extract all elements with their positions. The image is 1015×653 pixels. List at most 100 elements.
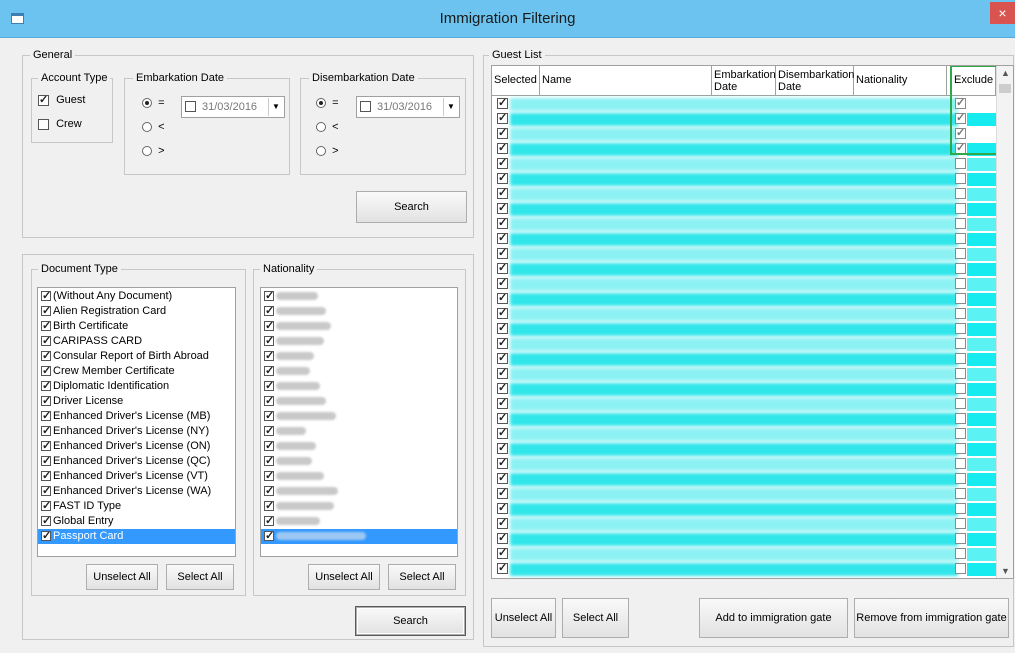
list-item[interactable]: [261, 409, 457, 424]
document-checkbox[interactable]: [41, 469, 51, 484]
document-checkbox[interactable]: [41, 409, 51, 424]
row-selected-checkbox[interactable]: [497, 351, 508, 364]
embarkation-lt-radio[interactable]: [142, 122, 152, 133]
row-exclude-checkbox[interactable]: [955, 548, 966, 559]
nationality-checkbox[interactable]: [264, 364, 274, 379]
table-row[interactable]: [492, 426, 997, 442]
row-exclude-checkbox[interactable]: [955, 263, 966, 274]
row-exclude-checkbox[interactable]: [955, 563, 966, 574]
table-row[interactable]: [492, 246, 997, 262]
list-item[interactable]: Global Entry: [38, 514, 235, 529]
row-selected-checkbox[interactable]: [497, 546, 508, 559]
row-exclude-checkbox[interactable]: [955, 218, 966, 229]
document-checkbox[interactable]: [41, 319, 51, 334]
embarkation-date-checkbox[interactable]: [185, 101, 196, 112]
row-selected-checkbox[interactable]: [497, 216, 508, 229]
nationality-unselect-all-button[interactable]: Unselect All: [308, 564, 380, 590]
table-row[interactable]: [492, 186, 997, 202]
row-selected-checkbox[interactable]: [497, 456, 508, 469]
list-item[interactable]: Consular Report of Birth Abroad: [38, 349, 235, 364]
row-selected-checkbox[interactable]: [497, 156, 508, 169]
table-row[interactable]: [492, 366, 997, 382]
crew-checkbox-row[interactable]: Crew: [38, 118, 82, 130]
row-exclude-checkbox[interactable]: [955, 383, 966, 394]
list-item[interactable]: Birth Certificate: [38, 319, 235, 334]
nationality-checkbox[interactable]: [264, 529, 274, 544]
list-item[interactable]: [261, 319, 457, 334]
scroll-up-icon[interactable]: ▲: [997, 68, 1013, 78]
disembarkation-date-picker[interactable]: 31/03/2016 ▼: [356, 96, 460, 118]
list-item[interactable]: Enhanced Driver's License (NY): [38, 424, 235, 439]
nationality-checkbox[interactable]: [264, 289, 274, 304]
table-row[interactable]: [492, 321, 997, 337]
chevron-down-icon[interactable]: ▼: [268, 98, 283, 116]
nationality-checkbox[interactable]: [264, 424, 274, 439]
row-selected-checkbox[interactable]: [497, 186, 508, 199]
row-exclude-checkbox[interactable]: [955, 338, 966, 349]
list-item[interactable]: Enhanced Driver's License (VT): [38, 469, 235, 484]
nationality-checkbox[interactable]: [264, 379, 274, 394]
document-checkbox[interactable]: [41, 349, 51, 364]
guest-unselect-all-button[interactable]: Unselect All: [491, 598, 556, 638]
row-exclude-checkbox[interactable]: [955, 398, 966, 409]
embarkation-date-picker[interactable]: 31/03/2016 ▼: [181, 96, 285, 118]
row-selected-checkbox[interactable]: [497, 336, 508, 349]
list-item[interactable]: [261, 514, 457, 529]
row-exclude-checkbox[interactable]: [955, 368, 966, 379]
row-exclude-checkbox[interactable]: [955, 308, 966, 319]
scroll-thumb[interactable]: [999, 84, 1011, 93]
crew-checkbox[interactable]: [38, 118, 49, 130]
document-checkbox[interactable]: [41, 289, 51, 304]
close-button[interactable]: ×: [990, 2, 1015, 24]
table-row[interactable]: [492, 456, 997, 472]
row-exclude-checkbox[interactable]: [955, 428, 966, 439]
table-row[interactable]: [492, 261, 997, 277]
table-row[interactable]: [492, 336, 997, 352]
row-selected-checkbox[interactable]: [497, 366, 508, 379]
nationality-checkbox[interactable]: [264, 499, 274, 514]
embarkation-radio-gt[interactable]: >: [142, 145, 165, 157]
row-exclude-checkbox[interactable]: [955, 173, 966, 184]
row-selected-checkbox[interactable]: [497, 111, 508, 124]
row-exclude-checkbox[interactable]: [955, 458, 966, 469]
list-item[interactable]: [261, 394, 457, 409]
row-exclude-checkbox[interactable]: [955, 293, 966, 304]
table-row[interactable]: [492, 381, 997, 397]
nationality-select-all-button[interactable]: Select All: [388, 564, 456, 590]
list-item[interactable]: [261, 289, 457, 304]
guest-list-grid[interactable]: Selected Name Embarkation Date Disembark…: [491, 65, 1014, 579]
row-exclude-checkbox[interactable]: [955, 473, 966, 484]
row-exclude-checkbox[interactable]: [955, 353, 966, 364]
embarkation-radio-eq[interactable]: =: [142, 97, 165, 109]
list-item[interactable]: [261, 379, 457, 394]
disembarkation-lt-radio[interactable]: [316, 122, 326, 133]
document-checkbox[interactable]: [41, 424, 51, 439]
row-selected-checkbox[interactable]: [497, 246, 508, 259]
row-exclude-checkbox[interactable]: [955, 203, 966, 214]
nationality-checkbox[interactable]: [264, 409, 274, 424]
list-item[interactable]: [261, 334, 457, 349]
list-item[interactable]: Enhanced Driver's License (WA): [38, 484, 235, 499]
list-item-selected[interactable]: [261, 529, 457, 544]
general-search-button[interactable]: Search: [356, 191, 467, 223]
document-checkbox[interactable]: [41, 499, 51, 514]
row-selected-checkbox[interactable]: [497, 141, 508, 154]
row-exclude-checkbox[interactable]: [955, 413, 966, 424]
row-exclude-checkbox[interactable]: [955, 323, 966, 334]
list-item[interactable]: CARIPASS CARD: [38, 334, 235, 349]
nationality-checkbox[interactable]: [264, 394, 274, 409]
table-row[interactable]: [492, 471, 997, 487]
list-item[interactable]: Enhanced Driver's License (MB): [38, 409, 235, 424]
remove-from-immigration-gate-button[interactable]: Remove from immigration gate: [854, 598, 1009, 638]
nationality-checkbox[interactable]: [264, 319, 274, 334]
nationality-checkbox[interactable]: [264, 514, 274, 529]
disembarkation-eq-radio[interactable]: [316, 98, 326, 109]
row-selected-checkbox[interactable]: [497, 486, 508, 499]
table-row[interactable]: [492, 111, 997, 127]
list-item[interactable]: [261, 469, 457, 484]
embarkation-eq-radio[interactable]: [142, 98, 152, 109]
row-selected-checkbox[interactable]: [497, 171, 508, 184]
row-selected-checkbox[interactable]: [497, 201, 508, 214]
row-selected-checkbox[interactable]: [497, 396, 508, 409]
row-selected-checkbox[interactable]: [497, 261, 508, 274]
